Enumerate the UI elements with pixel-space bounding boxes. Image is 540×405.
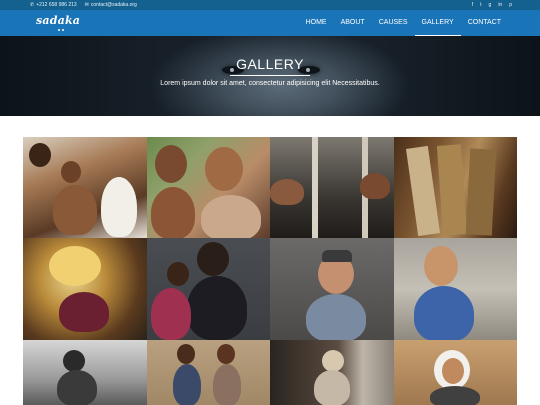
phone-contact[interactable]: ✆ +212 658 986 213: [30, 0, 77, 10]
main-header: sadaka HOME ABOUT CAUSES GALLERY CONTACT: [0, 10, 540, 36]
gallery-item[interactable]: [270, 238, 394, 340]
email-contact[interactable]: ✉ contact@sadaka.org: [85, 0, 137, 10]
gallery-item[interactable]: [393, 238, 517, 340]
facebook-icon[interactable]: f: [472, 0, 473, 10]
hero-overlay: [0, 36, 540, 116]
nav-about[interactable]: ABOUT: [334, 10, 372, 36]
gallery-item[interactable]: [146, 340, 270, 405]
page-hero-banner: GALLERY Lorem ipsum dolor sit amet, cons…: [0, 36, 540, 116]
page-subtitle: Lorem ipsum dolor sit amet, consectetur …: [160, 80, 380, 87]
gallery-item[interactable]: [146, 238, 270, 340]
envelope-icon: ✉: [84, 2, 89, 8]
site-logo[interactable]: sadaka: [36, 14, 80, 27]
social-links: f t g in p: [472, 0, 512, 10]
gallery-item[interactable]: [146, 137, 270, 238]
phone-icon: ✆: [30, 2, 35, 8]
pinterest-icon[interactable]: p: [509, 0, 512, 10]
nav-causes[interactable]: CAUSES: [372, 10, 415, 36]
gallery-item[interactable]: [270, 340, 394, 405]
phone-number: +212 658 986 213: [36, 2, 77, 8]
contact-info: ✆ +212 658 986 213 ✉ contact@sadaka.org: [30, 0, 137, 10]
twitter-icon[interactable]: t: [480, 0, 481, 10]
main-navigation: HOME ABOUT CAUSES GALLERY CONTACT: [299, 10, 508, 36]
top-contact-bar: ✆ +212 658 986 213 ✉ contact@sadaka.org …: [0, 0, 540, 10]
gallery-item[interactable]: [393, 137, 517, 238]
email-address: contact@sadaka.org: [90, 2, 137, 8]
nav-gallery[interactable]: GALLERY: [414, 10, 461, 36]
google-plus-icon[interactable]: g: [489, 0, 492, 10]
logo-dots-icon: [58, 29, 64, 31]
linkedin-icon[interactable]: in: [498, 0, 502, 10]
title-divider: [230, 75, 310, 76]
photo-gallery-grid: [23, 137, 517, 405]
gallery-item[interactable]: [23, 238, 147, 340]
gallery-item[interactable]: [270, 137, 394, 238]
page-title: GALLERY: [236, 56, 304, 72]
gallery-item[interactable]: [393, 340, 517, 405]
nav-home[interactable]: HOME: [299, 10, 334, 36]
gallery-item[interactable]: [23, 340, 147, 405]
nav-contact[interactable]: CONTACT: [461, 10, 508, 36]
gallery-item[interactable]: [23, 137, 147, 238]
